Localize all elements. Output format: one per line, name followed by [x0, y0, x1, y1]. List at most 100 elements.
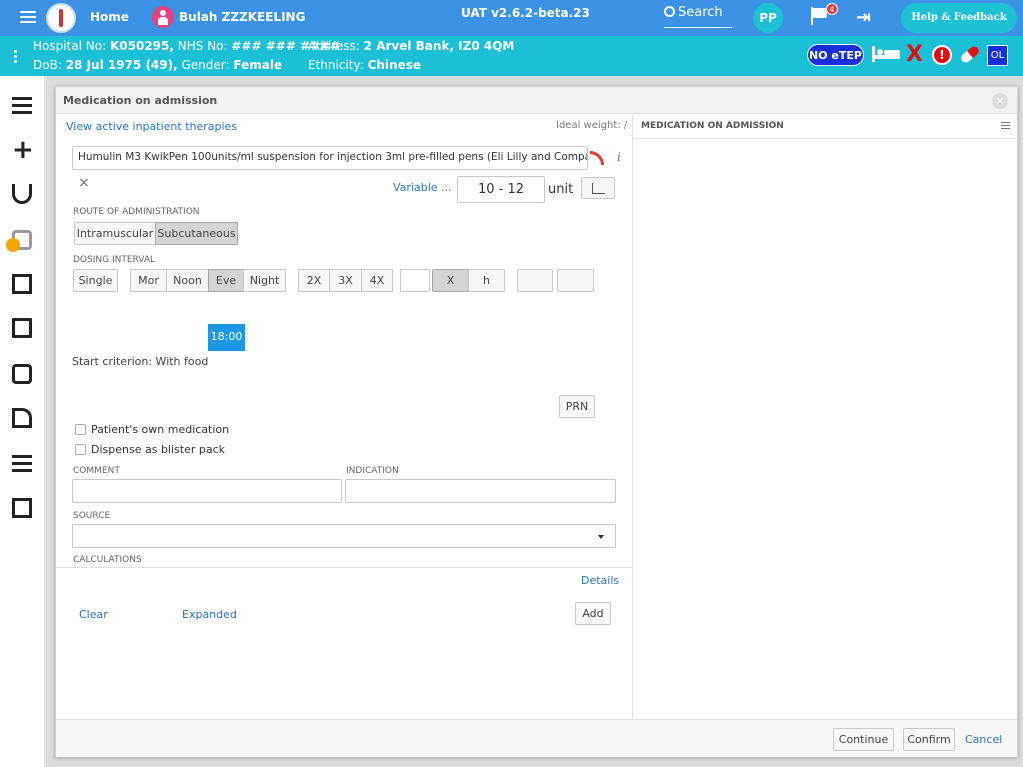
home-link[interactable]: Home	[90, 10, 129, 24]
indication-input[interactable]	[345, 479, 616, 503]
interval-h-button[interactable]: h	[468, 269, 505, 292]
clock-icon[interactable]	[557, 269, 594, 292]
gender-value: Female	[233, 58, 283, 72]
ethnicity-label: Ethnicity:	[308, 58, 364, 72]
comment-input[interactable]	[72, 479, 342, 503]
banner-ethnicity: Ethnicity: Chinese	[308, 58, 421, 72]
expanded-link[interactable]: Expanded	[182, 608, 237, 621]
info-icon[interactable]: i	[617, 150, 621, 164]
list-icon[interactable]	[10, 94, 34, 118]
clear-link[interactable]: Clear	[79, 608, 108, 621]
home-plus-icon[interactable]	[10, 272, 34, 296]
inbox-icon[interactable]	[10, 362, 34, 386]
route-subcutaneous-button[interactable]: Subcutaneous	[155, 222, 238, 245]
medication-list-pane: MEDICATION ON ADMISSION	[632, 115, 1018, 719]
user-avatar[interactable]: PP	[753, 3, 783, 33]
version-label: UAT v2.6.2-beta.23	[461, 6, 590, 20]
variable-link[interactable]: Variable ...	[393, 181, 452, 194]
flag-count-badge: 4	[826, 3, 838, 15]
continue-button[interactable]: Continue	[833, 728, 894, 751]
interval-number-input[interactable]	[400, 269, 430, 292]
search-icon	[664, 6, 675, 17]
time-night-button[interactable]: Night	[243, 269, 286, 292]
calculations-label: CALCULATIONS	[73, 555, 142, 565]
cancel-link[interactable]: Cancel	[965, 733, 1002, 746]
single-button[interactable]: Single	[73, 269, 118, 292]
blister-pack-checkbox[interactable]	[75, 444, 86, 455]
multiplier-2x-button[interactable]: 2X	[298, 269, 330, 292]
add-icon[interactable]: +	[10, 137, 34, 163]
start-criterion: Start criterion: With food	[72, 355, 209, 368]
multiplier-3x-button[interactable]: 3X	[329, 269, 362, 292]
source-label: SOURCE	[73, 511, 111, 521]
stethoscope-icon[interactable]	[10, 182, 34, 206]
blister-pack-label: Dispense as blister pack	[91, 443, 226, 456]
close-red-icon[interactable]: X	[906, 44, 923, 66]
app-logo[interactable]	[46, 3, 76, 33]
patient-name[interactable]: Bulah ZZZKEELING	[179, 10, 305, 24]
clear-drug-icon[interactable]: ×	[78, 175, 90, 191]
address-label: Address:	[308, 39, 360, 53]
help-feedback-button[interactable]: Help & Feedback	[901, 3, 1017, 33]
route-intramuscular-button[interactable]: Intramuscular	[74, 222, 156, 245]
more-vert-icon[interactable]	[14, 50, 17, 65]
view-therapies-link[interactable]: View active inpatient therapies	[66, 120, 237, 133]
details-link[interactable]: Details	[581, 574, 619, 587]
ethnicity-value: Chinese	[367, 58, 422, 72]
multiplier-4x-button[interactable]: 4X	[361, 269, 393, 292]
nhs-no-label: NHS No:	[177, 39, 228, 53]
patients-own-checkbox[interactable]	[75, 424, 86, 435]
time-eve-button[interactable]: Eve	[208, 269, 244, 292]
no-etep-badge[interactable]: NO eTEP	[807, 44, 864, 66]
edit-document-icon[interactable]	[10, 316, 34, 340]
rss-icon[interactable]	[590, 151, 604, 165]
flag-icon[interactable]: 4	[811, 3, 838, 25]
source-select[interactable]	[72, 524, 616, 548]
dob-value: 28 Jul 1975 (49),	[65, 58, 178, 72]
search-label: Search	[678, 5, 723, 20]
menu-icon[interactable]	[20, 11, 36, 24]
pill-icon[interactable]	[959, 44, 981, 65]
logout-icon[interactable]: ⇥	[856, 9, 871, 27]
female-patient-icon	[152, 6, 174, 28]
confirm-button[interactable]: Confirm	[903, 728, 955, 751]
modal-header: Medication on admission ×	[56, 87, 1017, 114]
top-navigation-bar: Home Bulah ZZZKEELING UAT v2.6.2-beta.23…	[0, 0, 1023, 36]
medication-list-title: MEDICATION ON ADMISSION	[641, 121, 784, 131]
medication-form: View active inpatient therapies Ideal we…	[56, 115, 632, 719]
banner-line-2: DoB: 28 Jul 1975 (49), Gender: Female	[33, 58, 282, 72]
gender-label: Gender:	[181, 58, 230, 72]
dob-label: DoB:	[33, 58, 62, 72]
indication-label: INDICATION	[346, 466, 399, 476]
chart-icon[interactable]	[581, 177, 615, 199]
ideal-weight: Ideal weight: /	[556, 120, 628, 131]
prn-button[interactable]: PRN	[559, 395, 595, 418]
lock-icon	[6, 238, 20, 252]
building-icon[interactable]	[10, 496, 34, 520]
dose-input[interactable]: 10 - 12	[457, 176, 545, 203]
banner-address: Address: 2 Arvel Bank, IZ0 4QM	[308, 39, 514, 53]
drug-input[interactable]: Humulin M3 KwikPen 100units/ml suspensio…	[72, 146, 588, 170]
close-icon[interactable]: ×	[992, 93, 1008, 109]
alert-icon[interactable]: !	[932, 45, 952, 65]
interval-x-button[interactable]: X	[432, 269, 469, 292]
address-value: 2 Arvel Bank, IZ0 4QM	[363, 39, 515, 53]
time-mor-button[interactable]: Mor	[130, 269, 167, 292]
menu-icon[interactable]	[1001, 122, 1010, 131]
ol-badge[interactable]: OL	[987, 45, 1008, 66]
hospital-no: K050295,	[109, 39, 174, 53]
calendar-icon[interactable]	[517, 269, 553, 292]
search-button[interactable]: Search	[664, 5, 732, 28]
time-noon-button[interactable]: Noon	[166, 269, 209, 292]
hospital-no-label: Hospital No:	[33, 39, 107, 53]
banner-line-1: Hospital No: K050295, NHS No: ### ### ##…	[33, 39, 340, 53]
chevron-down-icon	[598, 535, 604, 539]
add-button[interactable]: Add	[575, 602, 611, 625]
medication-modal: Medication on admission × View active in…	[55, 86, 1018, 757]
bed-icon[interactable]	[872, 46, 900, 62]
route-label: ROUTE OF ADMINISTRATION	[73, 207, 200, 217]
medication-list-header: MEDICATION ON ADMISSION	[633, 115, 1018, 139]
checklist-icon[interactable]	[10, 452, 34, 476]
discharge-icon[interactable]	[10, 406, 34, 430]
dosing-interval-label: DOSING INTERVAL	[73, 255, 156, 265]
